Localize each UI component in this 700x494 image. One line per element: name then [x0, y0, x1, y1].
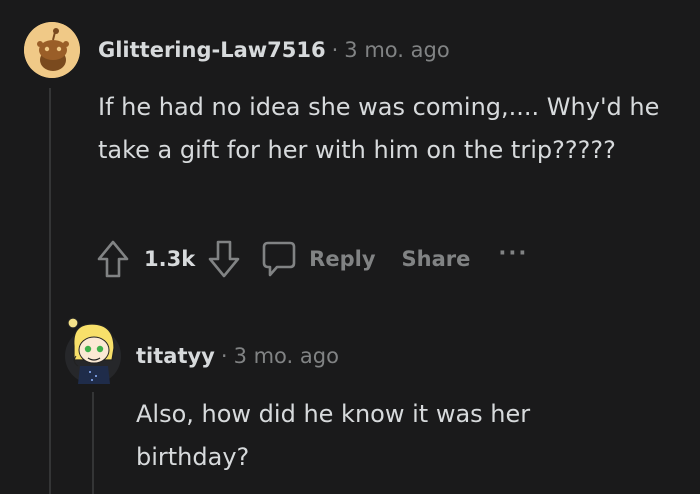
custom-avatar-icon [65, 317, 121, 384]
reply-button[interactable]: Reply [309, 247, 375, 271]
reply-icon[interactable] [259, 239, 297, 279]
avatar[interactable] [24, 22, 80, 78]
avatar[interactable] [64, 316, 122, 386]
thread-line-root[interactable] [49, 88, 51, 494]
separator-dot: · [220, 344, 228, 368]
separator-dot: · [331, 38, 339, 62]
downvote-icon[interactable] [207, 239, 241, 279]
timestamp[interactable]: 3 mo. ago [234, 344, 339, 368]
snoo-avatar-icon [24, 22, 80, 78]
comment-meta: Glittering-Law7516 · 3 mo. ago [98, 38, 450, 62]
thread-line-reply[interactable] [92, 392, 94, 494]
share-button[interactable]: Share [402, 247, 471, 271]
comment-body: If he had no idea she was coming,.... Wh… [98, 93, 660, 164]
username[interactable]: Glittering-Law7516 [98, 38, 326, 62]
username[interactable]: titatyy [136, 344, 215, 368]
comment-actions: 1.3k Reply Share ··· [96, 237, 528, 281]
more-options-icon[interactable]: ··· [498, 241, 528, 265]
comment-body: Also, how did he know it was her birthda… [136, 400, 531, 471]
vote-count: 1.3k [144, 247, 196, 271]
upvote-icon[interactable] [96, 239, 130, 279]
timestamp[interactable]: 3 mo. ago [344, 38, 449, 62]
comment-meta: titatyy · 3 mo. ago [136, 344, 339, 368]
